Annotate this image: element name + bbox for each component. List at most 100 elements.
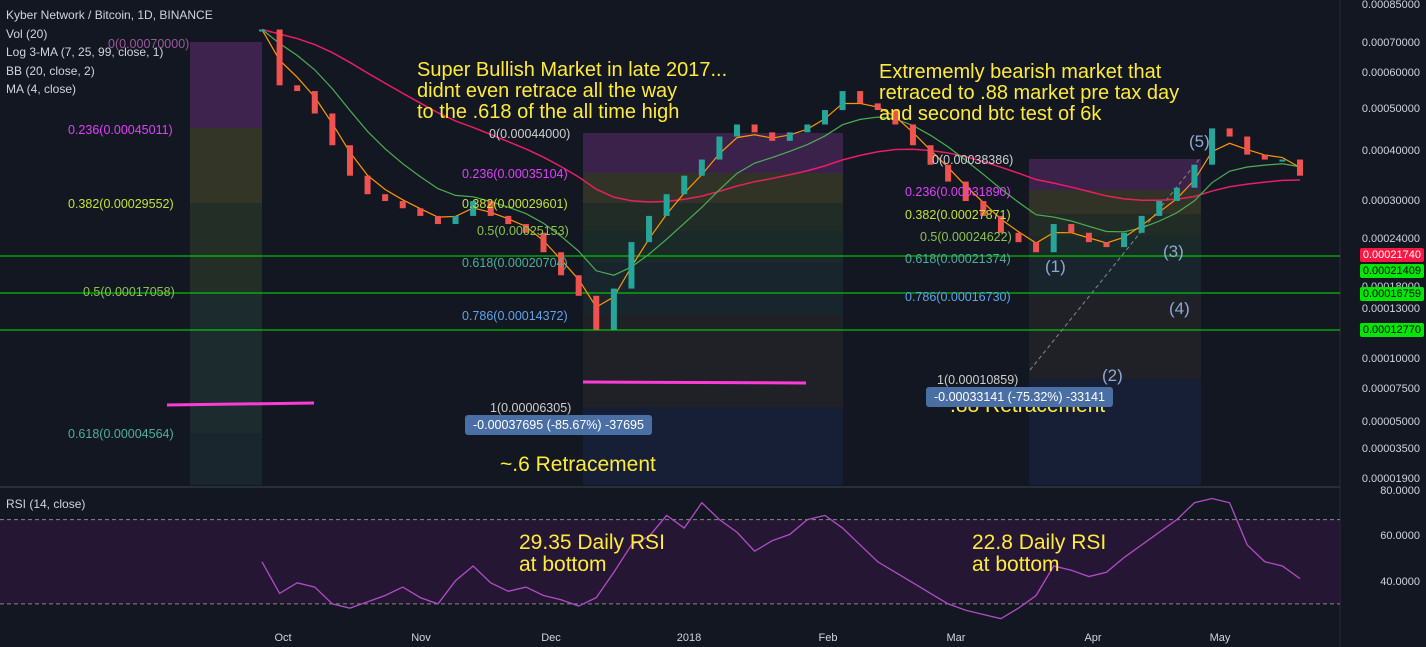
price-candle xyxy=(1103,242,1110,248)
y-tick: 0.00030000 xyxy=(1361,195,1420,207)
price-candle xyxy=(346,145,353,176)
y-tick: 0.00085000 xyxy=(1361,0,1420,11)
measure-label-1[interactable]: -0.00037695 (-85.67%) -37695 xyxy=(465,415,652,435)
x-tick: Oct xyxy=(274,632,292,644)
rsi-band xyxy=(0,519,1340,604)
y-tick: 0.00010000 xyxy=(1361,353,1420,365)
fib-left-236: 0.236(0.00045011) xyxy=(68,123,173,137)
rsi-annotation-1[interactable]: 29.35 Daily RSI at bottom xyxy=(519,532,665,576)
fib-right-5: 0.5(0.00024622) xyxy=(920,230,1012,244)
price-candle xyxy=(1050,224,1057,253)
fib-right-0: 0(0.00038386) xyxy=(932,153,1014,167)
price-candle xyxy=(452,215,459,225)
last-price-tag: 0.00021740 xyxy=(1359,248,1424,262)
fib-box-mid xyxy=(583,231,843,263)
fib-box-mid xyxy=(583,315,843,407)
fib-mid-236: 0.236(0.00035104) xyxy=(462,167,568,181)
price-candle xyxy=(909,124,916,146)
y-tick: 0.00070000 xyxy=(1361,37,1420,49)
price-candle xyxy=(663,194,670,216)
y-tick: 0.00005000 xyxy=(1361,416,1420,428)
x-tick: Mar xyxy=(946,632,966,644)
price-candle xyxy=(593,295,600,330)
price-candle xyxy=(1156,201,1163,216)
rsi-annotation-2[interactable]: 22.8 Daily RSI at bottom xyxy=(972,532,1106,576)
measure-label-2[interactable]: -0.00033141 (-75.32%) -33141 xyxy=(926,387,1113,407)
price-candle xyxy=(1033,242,1040,253)
price-candle xyxy=(259,29,265,32)
price-tag: 0.00012770 xyxy=(1359,323,1424,337)
price-candle xyxy=(1121,232,1128,248)
y-tick: 0.00060000 xyxy=(1361,67,1420,79)
y-tick: 0.00003500 xyxy=(1361,443,1420,455)
magenta-line xyxy=(166,401,315,407)
bear-annotation[interactable]: Extrememly bearish market that retraced … xyxy=(879,62,1179,125)
fib-left-618: 0.618(0.00004564) xyxy=(68,427,174,441)
wave-4-label: (4) xyxy=(1169,299,1190,318)
rsi-y-tick: 60.0000 xyxy=(1380,530,1420,542)
fib-box-left xyxy=(190,293,262,433)
bull-annotation[interactable]: Super Bullish Market in late 2017... did… xyxy=(417,60,727,123)
price-candle xyxy=(329,113,336,146)
price-candle xyxy=(575,275,582,296)
ma4-indicator[interactable]: MA (4, close) xyxy=(6,80,213,99)
y-tick: 0.00007500 xyxy=(1361,383,1420,395)
x-tick: 2018 xyxy=(676,632,702,644)
price-candle xyxy=(698,159,705,176)
fib-box-mid xyxy=(583,203,843,231)
price-candle xyxy=(1085,232,1092,243)
price-tag: 0.00016759 xyxy=(1359,287,1424,301)
fib-box-mid xyxy=(583,133,843,173)
price-candle xyxy=(821,110,828,125)
rsi-legend[interactable]: RSI (14, close) xyxy=(6,497,85,511)
rsi-y-tick: 40.0000 xyxy=(1380,576,1420,588)
magenta-line xyxy=(582,380,807,385)
price-candle xyxy=(1191,164,1198,188)
symbol-title[interactable]: Kyber Network / Bitcoin, 1D, BINANCE xyxy=(6,6,213,25)
fib-mid-5: 0.5(0.00025153) xyxy=(477,224,569,238)
price-candle xyxy=(751,124,758,133)
price-candle xyxy=(734,124,741,137)
price-candle xyxy=(1244,136,1251,155)
price-candle xyxy=(417,208,424,216)
price-candle xyxy=(646,215,653,243)
price-candle xyxy=(857,91,864,104)
price-candle xyxy=(716,136,723,160)
chart-legend: Kyber Network / Bitcoin, 1D, BINANCE Vol… xyxy=(6,6,213,99)
fib-mid-618: 0.618(0.00020704) xyxy=(462,256,568,270)
price-candle xyxy=(610,288,617,330)
y-tick: 0.00013000 xyxy=(1361,303,1420,315)
price-candle xyxy=(786,132,793,141)
price-candle xyxy=(364,175,371,195)
rsi-y-tick: 80.0000 xyxy=(1380,485,1420,497)
price-tag: 0.00021409 xyxy=(1359,264,1424,278)
x-tick: May xyxy=(1209,632,1231,644)
wave-5-label: (5) xyxy=(1189,132,1210,151)
price-candle xyxy=(681,175,688,195)
price-candle xyxy=(1138,215,1145,233)
wave-2-label: (2) xyxy=(1102,366,1123,385)
retracement-06-annotation[interactable]: ~.6 Retracement xyxy=(500,453,656,477)
fib-box-left xyxy=(190,128,262,203)
fib-right-236: 0.236(0.00031890) xyxy=(905,185,1011,199)
price-candle xyxy=(1226,128,1233,137)
price-candle xyxy=(1015,232,1022,243)
fib-mid-786: 0.786(0.00014372) xyxy=(462,309,568,323)
y-tick: 0.00024000 xyxy=(1361,233,1420,245)
fib-mid-382: 0.382(0.00029601) xyxy=(462,197,568,211)
x-tick: Nov xyxy=(411,632,431,644)
bb-indicator[interactable]: BB (20, close, 2) xyxy=(6,62,213,81)
fib-box-right xyxy=(1029,159,1201,190)
x-tick: Dec xyxy=(541,632,561,644)
fib-box-left xyxy=(190,203,262,293)
fib-left-5: 0.5(0.00017058) xyxy=(83,285,175,299)
fib-left-382: 0.382(0.00029552) xyxy=(68,197,174,211)
y-tick: 0.00001900 xyxy=(1361,473,1420,485)
fib-right-618: 0.618(0.00021374) xyxy=(905,252,1011,266)
wave-1-label: (1) xyxy=(1045,257,1066,276)
price-candle xyxy=(1209,128,1216,165)
price-candle xyxy=(1068,224,1075,233)
price-candle xyxy=(276,29,283,86)
price-candle xyxy=(399,201,406,209)
price-candle xyxy=(1261,154,1268,160)
